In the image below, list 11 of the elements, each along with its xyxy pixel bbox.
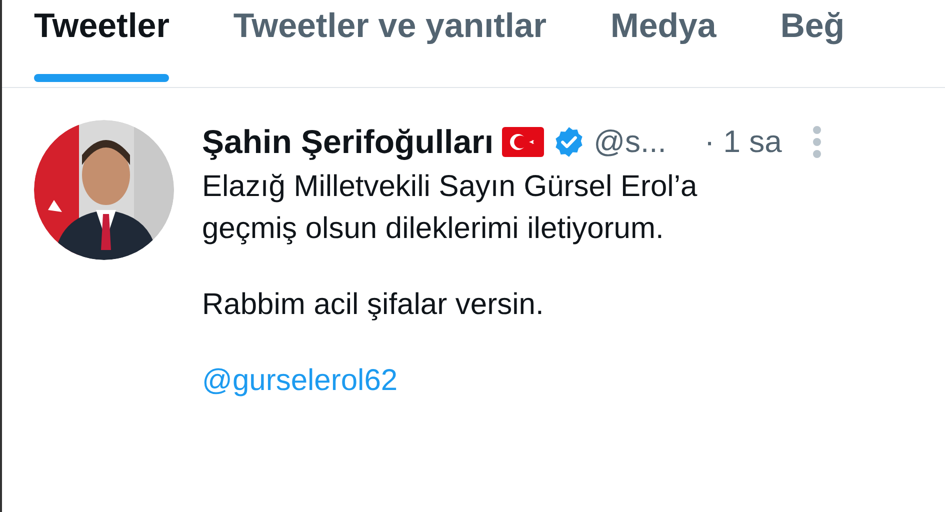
tab[interactable]: Tweetler	[34, 0, 170, 87]
author-name[interactable]: Şahin Şerifoğulları	[202, 117, 494, 167]
more-options-icon[interactable]	[812, 125, 822, 159]
tweet-text: Rabbim acil şifalar versin.	[202, 287, 545, 323]
tab[interactable]: Beğ	[780, 0, 845, 87]
tweet-time: · 1 sa	[704, 122, 782, 161]
tab[interactable]: Medya	[610, 0, 716, 87]
tab[interactable]: Tweetler ve yanıtlar	[233, 0, 546, 87]
tweet-text: Elazığ Milletvekili Sayın Gürsel Erol’a geçmiş olsun dileklerimi iletiyorum.	[202, 169, 698, 247]
flag-icon	[502, 127, 544, 157]
user-handle: @s...	[594, 122, 666, 161]
